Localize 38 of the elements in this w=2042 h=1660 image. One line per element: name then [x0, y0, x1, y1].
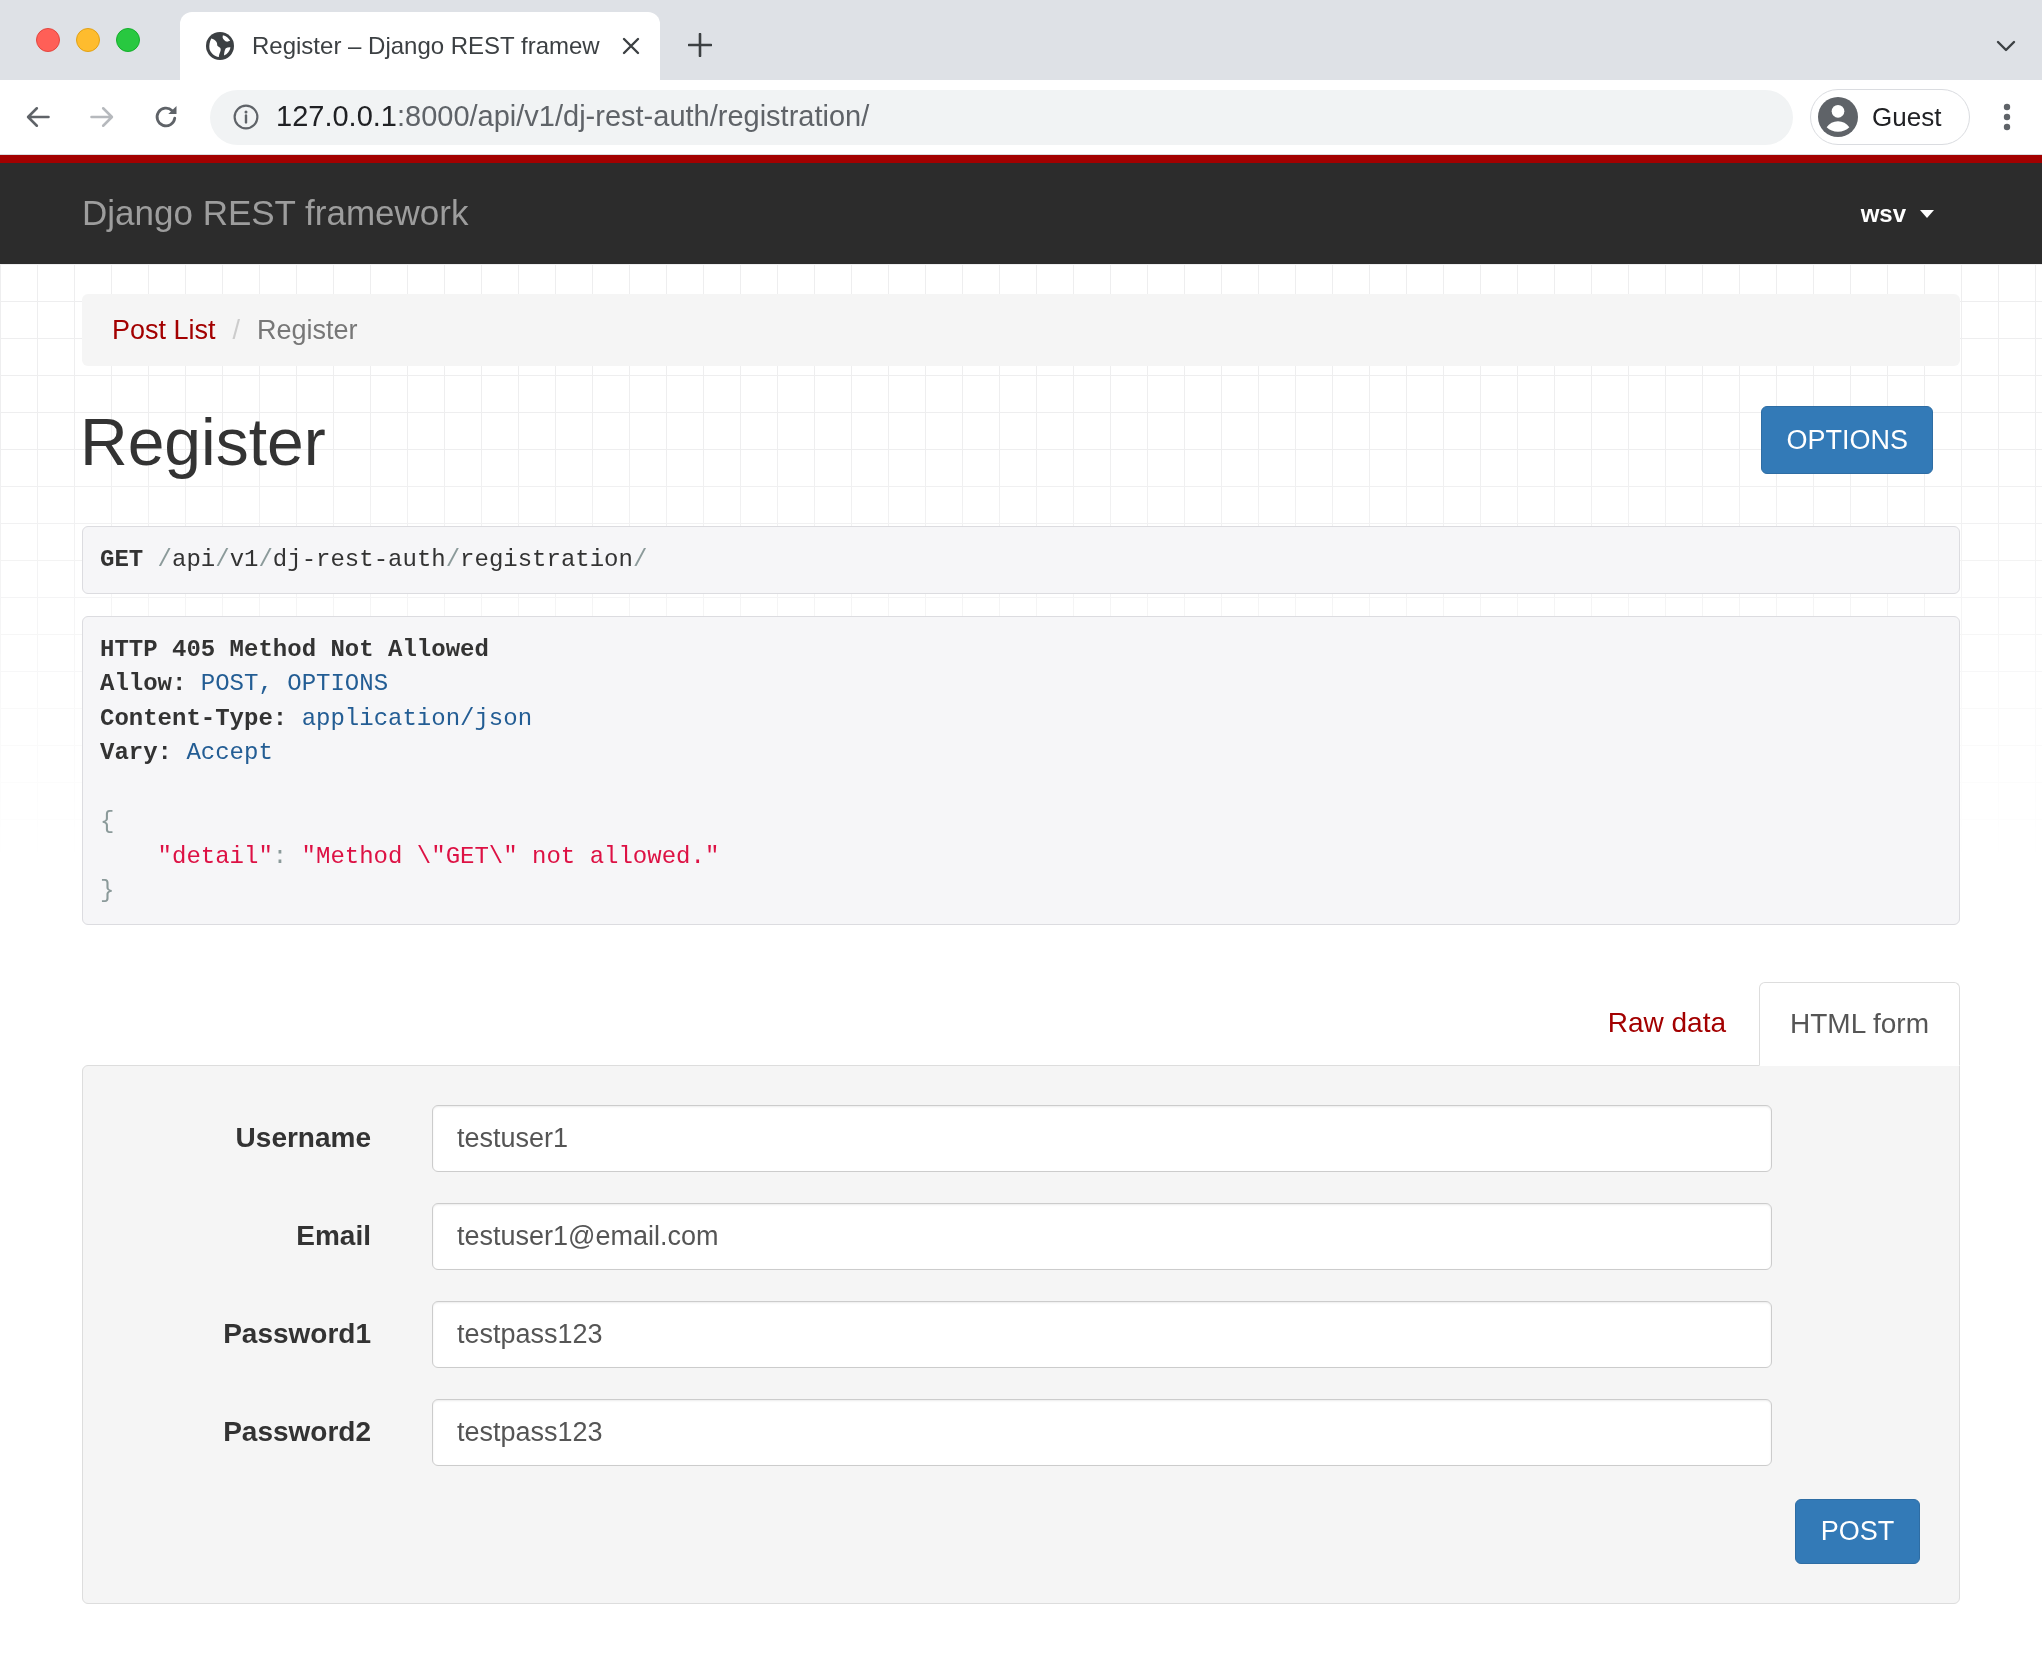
field-label: Email [295, 1219, 371, 1254]
address-bar[interactable]: 127.0.0.1:8000/api/v1/dj-rest-auth/registration/ [210, 89, 1793, 145]
text-field[interactable]: testuser1 [432, 1104, 1772, 1172]
json-brace: } [100, 876, 115, 907]
user-menu-button[interactable]: wsv [1860, 195, 1934, 232]
field-label: Password1 [222, 1317, 371, 1352]
info-icon[interactable] [233, 104, 259, 130]
chevron-down-icon[interactable] [1996, 40, 2016, 52]
text-field[interactable]: testpass123 [432, 1398, 1772, 1466]
avatar-icon [1818, 97, 1858, 137]
breadcrumb-separator: / [232, 313, 241, 347]
window-close-icon[interactable] [36, 28, 60, 52]
post-button[interactable]: POST [1795, 1498, 1920, 1564]
text-field[interactable]: testuser1@email.com [432, 1202, 1772, 1270]
json-entry: "detail": "Method \"GET\" not allowed." [157, 841, 720, 872]
response-status: HTTP 405 Method Not Allowed [100, 634, 489, 665]
response-header: Allow: POST, OPTIONS [100, 669, 389, 700]
response-header: Vary: Accept [100, 738, 273, 769]
brand-link[interactable]: Django REST framework [82, 187, 469, 240]
page-title: Register [80, 406, 326, 479]
field-label: Username [234, 1121, 371, 1156]
response-header: Content-Type: application/json [100, 703, 533, 734]
options-button[interactable]: OPTIONS [1761, 406, 1933, 474]
breadcrumb-current: Register [257, 313, 358, 347]
plus-icon[interactable] [688, 33, 712, 57]
kebab-menu-icon[interactable] [2003, 103, 2011, 131]
json-brace: { [100, 807, 115, 838]
request-method: GET [100, 544, 144, 575]
browser-tab[interactable]: Register – Django REST framew [180, 12, 660, 80]
globe-icon [206, 32, 234, 60]
caret-icon [1920, 209, 1934, 218]
text-field[interactable]: testpass123 [432, 1300, 1772, 1368]
form-tab[interactable]: Raw data [1576, 981, 1758, 1065]
form-tab[interactable]: HTML form [1759, 981, 1960, 1066]
breadcrumb-link[interactable]: Post List [112, 309, 216, 351]
field-label: Password2 [222, 1415, 371, 1450]
request-path: /api/v1/dj-rest-auth/registration/ [157, 544, 648, 575]
close-icon[interactable] [622, 37, 640, 55]
